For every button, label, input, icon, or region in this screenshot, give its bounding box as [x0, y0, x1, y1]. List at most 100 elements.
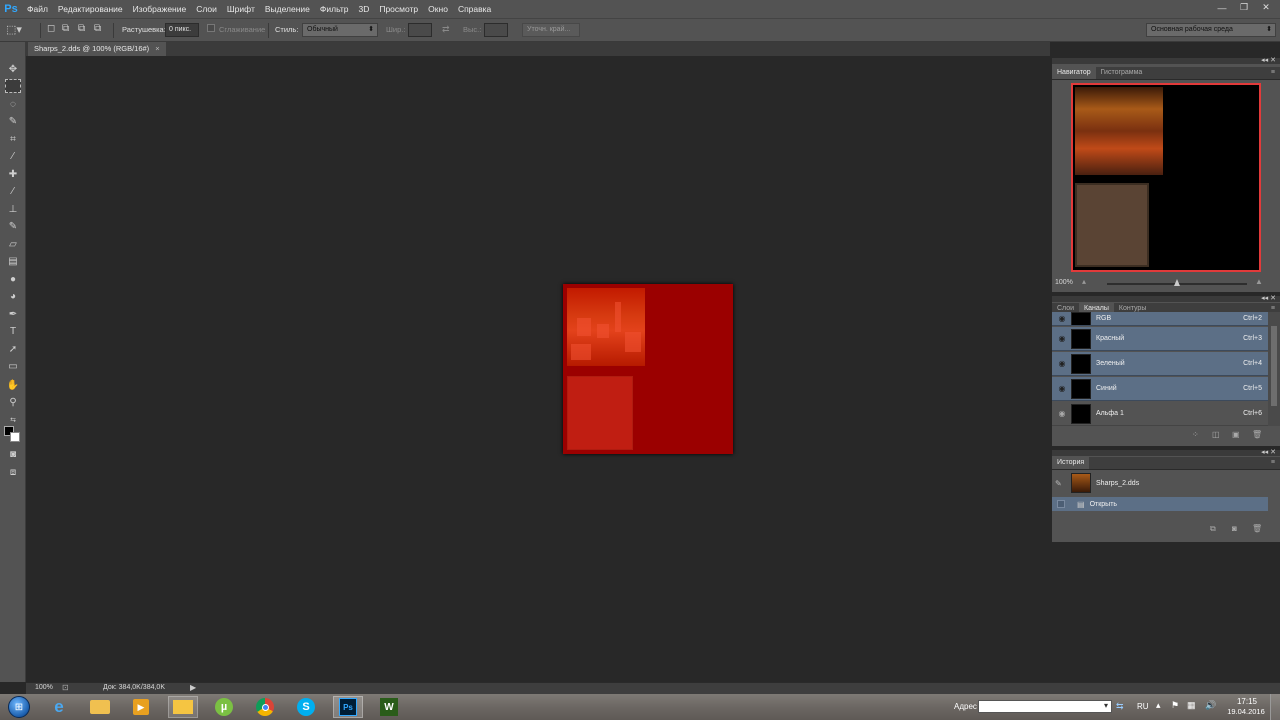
taskbar-app-ie[interactable]: e	[44, 696, 74, 718]
minimize-button[interactable]: —	[1212, 1, 1232, 14]
history-checkbox[interactable]	[1057, 500, 1065, 508]
menu-filter[interactable]: Фильтр	[315, 4, 354, 14]
taskbar-app-photoshop[interactable]: Ps	[333, 696, 363, 718]
clock-date[interactable]: 19.04.2016	[1224, 707, 1268, 716]
camera-snapshot-icon[interactable]: ◙	[1232, 524, 1237, 533]
start-button[interactable]: ⊞	[2, 696, 36, 718]
brush-tool-icon[interactable]: ⁄	[5, 184, 21, 198]
tab-histogram[interactable]: Гистограмма	[1096, 67, 1148, 79]
tray-expand-icon[interactable]: ▴	[1156, 700, 1161, 711]
refine-edge-button[interactable]: Уточн. край...	[522, 23, 580, 37]
collapse-icon[interactable]: ◂◂ ✕	[1261, 294, 1276, 302]
zoom-out-icon[interactable]: ▴	[1082, 277, 1086, 286]
gradient-tool-icon[interactable]: ▤	[5, 254, 21, 268]
eraser-icon[interactable]: ▱	[5, 237, 21, 251]
quick-mask-icon[interactable]: ◙	[5, 447, 21, 461]
action-center-icon[interactable]: ⚑	[1171, 700, 1179, 711]
background-color-swatch[interactable]	[10, 432, 20, 442]
show-desktop-button[interactable]	[1270, 694, 1280, 720]
menu-file[interactable]: Файл	[22, 4, 53, 14]
eyedropper-icon[interactable]: ⁄	[5, 149, 21, 163]
menu-select[interactable]: Выделение	[260, 4, 315, 14]
status-arrow-icon[interactable]: ▶	[190, 683, 196, 692]
new-document-from-state-icon[interactable]: ⧉	[1210, 524, 1216, 534]
channel-row-red[interactable]: ◉ Красный Ctrl+3	[1052, 327, 1268, 351]
zoom-level[interactable]: 100%	[35, 684, 53, 691]
zoom-tool-icon[interactable]: ⚲	[5, 395, 21, 409]
blur-tool-icon[interactable]: ●	[5, 272, 21, 286]
menu-help[interactable]: Справка	[453, 4, 496, 14]
quick-select-icon[interactable]: ✎	[5, 114, 21, 128]
menu-window[interactable]: Окно	[423, 4, 453, 14]
swap-colors-icon[interactable]: ⇆	[5, 413, 21, 427]
panel-menu-icon[interactable]: ≡	[1266, 67, 1280, 79]
history-brush-icon[interactable]: ✎	[5, 219, 21, 233]
collapse-icon[interactable]: ◂◂ ✕	[1261, 448, 1276, 456]
channels-scrollbar[interactable]	[1268, 312, 1280, 426]
status-info-icon[interactable]: ⊡	[62, 683, 69, 692]
new-channel-icon[interactable]: ▣	[1232, 430, 1240, 439]
restore-button[interactable]: ❐	[1234, 1, 1254, 14]
history-brush-source-icon[interactable]: ✎	[1055, 479, 1069, 488]
move-tool-icon[interactable]: ✥	[5, 62, 21, 76]
shape-tool-icon[interactable]: ▭	[5, 359, 21, 373]
taskbar-app-chrome[interactable]	[250, 696, 280, 718]
style-select[interactable]: Обычный ⬍	[302, 23, 378, 37]
subtract-selection-icon[interactable]: ⧉	[78, 23, 85, 34]
taskbar-app-utorrent[interactable]: µ	[209, 696, 239, 718]
trash-icon[interactable]: 🗑	[1252, 430, 1262, 439]
path-select-icon[interactable]: ➚	[5, 342, 21, 356]
history-step-open[interactable]: ▤ Открыть	[1052, 497, 1268, 511]
chevron-down-icon[interactable]: ▾	[1104, 701, 1108, 710]
visibility-eye-icon[interactable]: ◉	[1055, 334, 1069, 343]
visibility-eye-icon[interactable]: ◉	[1055, 409, 1069, 418]
load-selection-icon[interactable]: ⁘	[1192, 430, 1199, 439]
visibility-eye-icon[interactable]: ◉	[1055, 314, 1069, 323]
menu-layers[interactable]: Слои	[191, 4, 222, 14]
taskbar-app-folder[interactable]	[168, 696, 198, 718]
tab-history[interactable]: История	[1052, 457, 1090, 469]
channel-row-blue[interactable]: ◉ Синий Ctrl+5	[1052, 377, 1268, 401]
taskbar-app-explorer[interactable]	[85, 696, 115, 718]
document-tab[interactable]: Sharps_2.dds @ 100% (RGB/16#) ×	[28, 42, 166, 56]
healing-brush-icon[interactable]: ✚	[5, 167, 21, 181]
marquee-preset-icon[interactable]: ⬚▾	[6, 23, 22, 36]
intersect-selection-icon[interactable]: ⧉	[94, 23, 101, 34]
swap-icon[interactable]: ⇄	[442, 24, 450, 35]
menu-edit[interactable]: Редактирование	[53, 4, 128, 14]
history-snapshot[interactable]: ✎ Sharps_2.dds	[1052, 470, 1280, 496]
menu-view[interactable]: Просмотр	[374, 4, 423, 14]
volume-icon[interactable]: 🔊	[1205, 700, 1216, 711]
clone-stamp-icon[interactable]: ⊥	[5, 202, 21, 216]
hand-tool-icon[interactable]: ✋	[5, 378, 21, 392]
go-arrow-icon[interactable]: ⇆	[1116, 701, 1124, 712]
clock-time[interactable]: 17:15	[1232, 697, 1262, 706]
type-tool-icon[interactable]: T	[5, 324, 21, 338]
workspace-select[interactable]: Основная рабочая среда ⬍	[1146, 23, 1276, 37]
scrollbar-thumb[interactable]	[1271, 326, 1277, 406]
menu-image[interactable]: Изображение	[128, 4, 192, 14]
lasso-tool-icon[interactable]: ◌	[5, 97, 21, 111]
panel-menu-icon[interactable]: ≡	[1266, 457, 1280, 469]
navigator-zoom[interactable]: 100%	[1055, 279, 1073, 286]
network-icon[interactable]: ▦	[1187, 700, 1196, 711]
pen-tool-icon[interactable]: ✒	[5, 307, 21, 321]
taskbar-app-w[interactable]: W	[374, 696, 404, 718]
height-input[interactable]	[484, 23, 508, 37]
zoom-in-icon[interactable]: ▲	[1255, 277, 1263, 286]
address-input[interactable]: ▾	[978, 700, 1112, 713]
channel-row-alpha[interactable]: ◉ Альфа 1 Ctrl+6	[1052, 402, 1268, 426]
document-canvas[interactable]	[563, 284, 733, 454]
crop-tool-icon[interactable]: ⌗	[5, 132, 21, 146]
menu-type[interactable]: Шрифт	[222, 4, 260, 14]
trash-icon[interactable]: 🗑	[1252, 524, 1262, 533]
tab-navigator[interactable]: Навигатор	[1052, 67, 1096, 79]
width-input[interactable]	[408, 23, 432, 37]
feather-input[interactable]: 0 пикс.	[165, 23, 199, 37]
language-indicator[interactable]: RU	[1137, 702, 1149, 711]
menu-3d[interactable]: 3D	[353, 4, 374, 14]
collapse-icon[interactable]: ◂◂ ✕	[1261, 56, 1276, 64]
dodge-tool-icon[interactable]: ◕	[5, 289, 21, 303]
save-selection-icon[interactable]: ◫	[1212, 430, 1220, 439]
close-icon[interactable]: ×	[155, 44, 159, 53]
